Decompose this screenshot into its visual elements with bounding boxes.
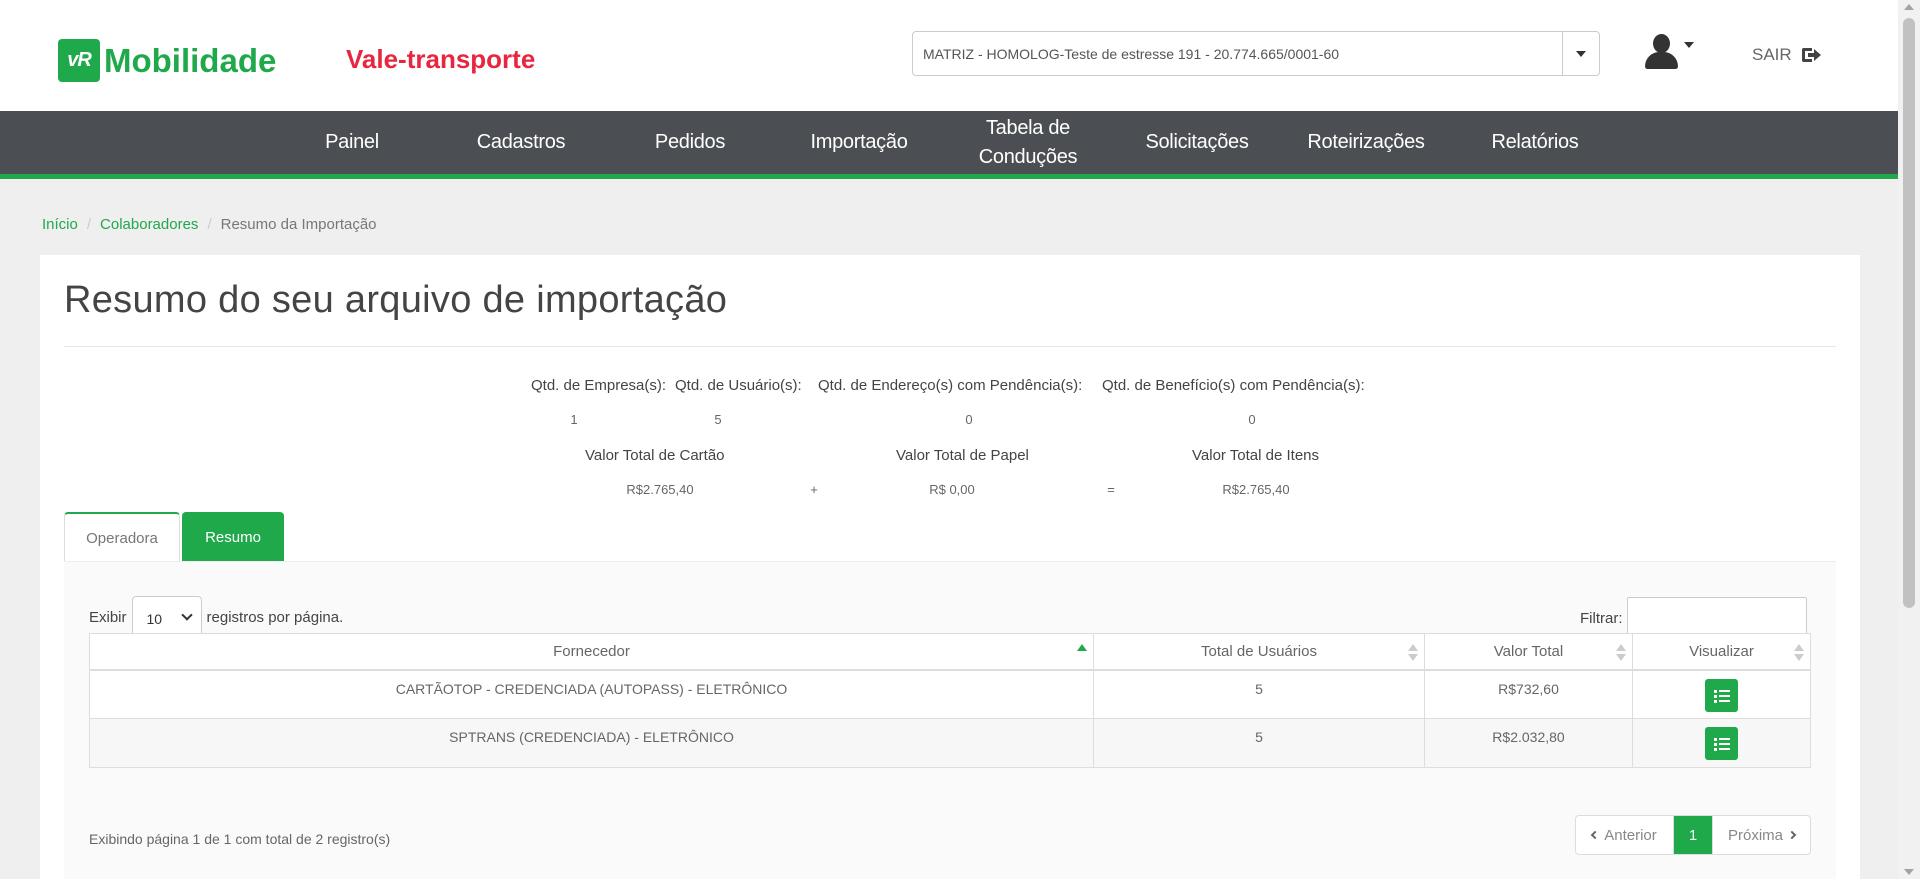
nav-item-tabela-conducoes[interactable]: Tabela de Conduções	[943, 111, 1113, 174]
cell-visualizar	[1633, 719, 1810, 767]
valor-itens-label: Valor Total de Itens	[1192, 447, 1320, 464]
column-header-label: Fornecedor	[553, 643, 630, 660]
column-header-label: Valor Total	[1493, 643, 1564, 660]
column-header-valor-total[interactable]: Valor Total	[1425, 634, 1633, 669]
table-row: CARTÃOTOP - CREDENCIADA (AUTOPASS) - ELE…	[90, 671, 1810, 719]
divider	[64, 346, 1836, 347]
column-header-label: Visualizar	[1689, 643, 1754, 660]
vr-mobilidade-logo[interactable]: vR Mobilidade	[58, 39, 276, 82]
nav-item-cadastros[interactable]: Cadastros	[436, 111, 606, 174]
nav-item-roteirizacoes[interactable]: Roteirizações	[1281, 111, 1451, 174]
cell-valor-total: R$2.032,80	[1425, 719, 1633, 767]
page-size-control: Exibir 10 registros por página.	[89, 596, 343, 638]
nav-item-solicitacoes[interactable]: Solicitações	[1112, 111, 1282, 174]
logout-label: SAIR	[1752, 45, 1792, 64]
breadcrumb: Início / Colaboradores / Resumo da Impor…	[42, 216, 377, 233]
column-header-label: Total de Usuários	[1201, 643, 1317, 660]
table-header: Fornecedor Total de Usuários Valor Total…	[90, 634, 1810, 671]
qtd-beneficio-value: 0	[1248, 412, 1256, 427]
fornecedor-table: Fornecedor Total de Usuários Valor Total…	[89, 633, 1811, 768]
breadcrumb-separator: /	[86, 216, 92, 233]
pagination-next-button[interactable]: Próxima	[1712, 816, 1810, 854]
top-header: vR Mobilidade Vale-transporte MATRIZ - H…	[0, 0, 1898, 111]
breadcrumb-colaboradores[interactable]: Colaboradores	[100, 216, 198, 233]
table-row: SPTRANS (CREDENCIADA) - ELETRÔNICO 5 R$2…	[90, 719, 1810, 767]
logout-button[interactable]: SAIR	[1752, 45, 1821, 65]
pagination-next-label: Próxima	[1727, 826, 1783, 844]
column-header-visualizar[interactable]: Visualizar	[1633, 634, 1810, 669]
qtd-endereco-label: Qtd. de Endereço(s) com Pendência(s):	[818, 377, 1083, 394]
pagination-page-1[interactable]: 1	[1674, 816, 1712, 854]
plus-sign: +	[810, 482, 818, 497]
breadcrumb-current: Resumo da Importação	[220, 216, 377, 233]
valor-cartao-label: Valor Total de Cartão	[585, 447, 725, 464]
valor-itens-value: R$2.765,40	[1222, 482, 1290, 497]
cell-fornecedor: SPTRANS (CREDENCIADA) - ELETRÔNICO	[90, 719, 1094, 767]
nav-item-importacao[interactable]: Importação	[774, 111, 944, 174]
qtd-endereco-value: 0	[965, 412, 973, 427]
cell-fornecedor: CARTÃOTOP - CREDENCIADA (AUTOPASS) - ELE…	[90, 671, 1094, 718]
page-size-suffix: registros por página.	[206, 608, 344, 626]
scroll-thumb[interactable]	[1903, 18, 1915, 608]
pagination-prev-label: Anterior	[1604, 826, 1657, 844]
caret-down-icon	[1576, 50, 1586, 57]
qtd-usuarios-label: Qtd. de Usuário(s):	[675, 377, 802, 394]
page-title: Resumo do seu arquivo de importação	[64, 279, 728, 321]
page-size-value: 10	[146, 611, 163, 627]
column-header-total-usuarios[interactable]: Total de Usuários	[1094, 634, 1425, 669]
cell-total-usuarios: 5	[1094, 719, 1425, 767]
chevron-down-icon	[180, 609, 193, 621]
qtd-empresas-value: 1	[570, 412, 578, 427]
user-menu[interactable]	[1642, 34, 1694, 70]
breadcrumb-home[interactable]: Início	[42, 216, 78, 233]
filter-label: Filtrar:	[1580, 610, 1623, 627]
chevron-right-icon	[1787, 830, 1797, 840]
sort-asc-icon	[1077, 644, 1087, 662]
logo-text: Mobilidade	[104, 41, 277, 79]
scroll-up-icon[interactable]	[1904, 4, 1914, 10]
equals-sign: =	[1107, 482, 1115, 497]
cell-valor-total: R$732,60	[1425, 671, 1633, 718]
page-size-prefix: Exibir	[89, 608, 127, 626]
scroll-down-icon[interactable]	[1904, 869, 1914, 875]
company-select-toggle[interactable]	[1562, 32, 1599, 75]
column-header-fornecedor[interactable]: Fornecedor	[90, 634, 1094, 669]
valor-cartao-value: R$2.765,40	[626, 482, 694, 497]
breadcrumb-separator: /	[207, 216, 212, 233]
nav-item-pedidos[interactable]: Pedidos	[605, 111, 775, 174]
sort-icon	[1408, 644, 1418, 662]
sort-icon	[1616, 644, 1626, 662]
sign-out-icon	[1801, 47, 1821, 63]
view-details-button[interactable]	[1705, 727, 1738, 760]
sort-icon	[1794, 644, 1804, 662]
valor-papel-value: R$ 0,00	[929, 482, 975, 497]
list-icon	[1713, 689, 1730, 703]
qtd-beneficio-label: Qtd. de Benefício(s) com Pendência(s):	[1102, 377, 1365, 394]
company-select-value: MATRIZ - HOMOLOG-Teste de estresse 191 -…	[923, 46, 1340, 62]
content-card: Resumo do seu arquivo de importação Qtd.…	[40, 255, 1860, 879]
page-scrollbar[interactable]	[1898, 0, 1920, 879]
product-name: Vale-transporte	[346, 44, 536, 74]
qtd-usuarios-value: 5	[714, 412, 722, 427]
cell-total-usuarios: 5	[1094, 671, 1425, 718]
tab-resumo[interactable]: Resumo	[182, 512, 284, 562]
cell-visualizar	[1633, 671, 1810, 718]
nav-item-relatorios[interactable]: Relatórios	[1450, 111, 1620, 174]
pagination-prev-button[interactable]: Anterior	[1576, 816, 1674, 854]
valor-papel-label: Valor Total de Papel	[896, 447, 1029, 464]
caret-down-icon	[1684, 42, 1694, 48]
main-nav: Painel Cadastros Pedidos Importação Tabe…	[0, 111, 1898, 179]
nav-item-painel[interactable]: Painel	[267, 111, 437, 174]
chevron-left-icon	[1590, 830, 1600, 840]
company-select[interactable]: MATRIZ - HOMOLOG-Teste de estresse 191 -…	[912, 31, 1600, 76]
logo-mark: vR	[58, 39, 100, 82]
list-icon	[1713, 737, 1730, 751]
pagination: Anterior 1 Próxima	[1575, 815, 1811, 855]
qtd-empresas-label: Qtd. de Empresa(s):	[531, 377, 667, 394]
user-avatar-icon	[1642, 34, 1680, 70]
tab-operadora[interactable]: Operadora	[64, 512, 180, 562]
page-size-select[interactable]: 10	[131, 596, 202, 638]
view-details-button[interactable]	[1705, 679, 1738, 712]
pagination-info: Exibindo página 1 de 1 com total de 2 re…	[89, 831, 391, 847]
